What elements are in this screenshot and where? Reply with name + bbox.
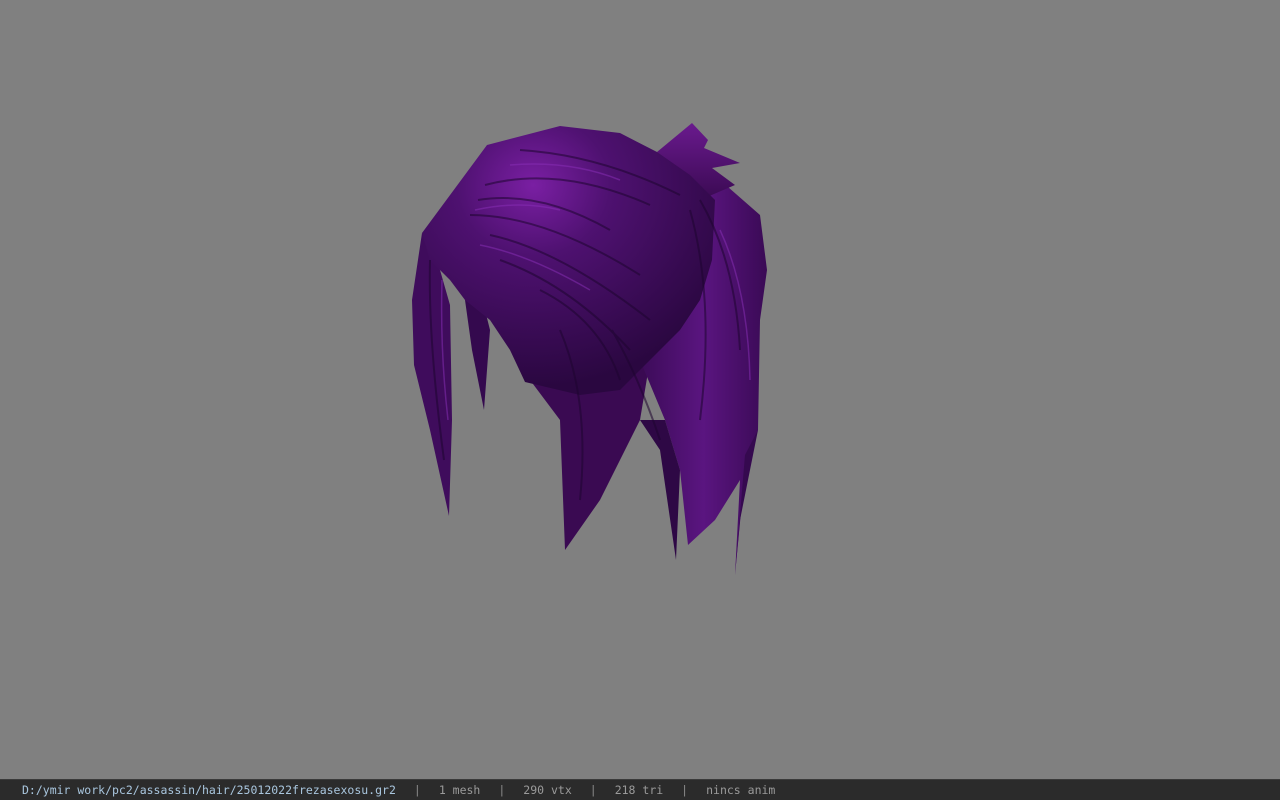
status-separator: | [589, 783, 597, 797]
hair-model[interactable] [0, 0, 1280, 779]
status-separator: | [413, 783, 421, 797]
mesh-count-label: 1 mesh [438, 783, 481, 797]
3d-viewport[interactable] [0, 0, 1280, 779]
file-path-label: D:/ymir work/pc2/assassin/hair/25012022f… [22, 783, 396, 797]
status-separator: | [681, 783, 689, 797]
vertex-count-label: 290 vtx [523, 783, 572, 797]
animation-status-label: nincs anim [706, 783, 776, 797]
status-bar: D:/ymir work/pc2/assassin/hair/25012022f… [0, 779, 1280, 800]
status-separator: | [498, 783, 506, 797]
triangle-count-label: 218 tri [614, 783, 664, 797]
